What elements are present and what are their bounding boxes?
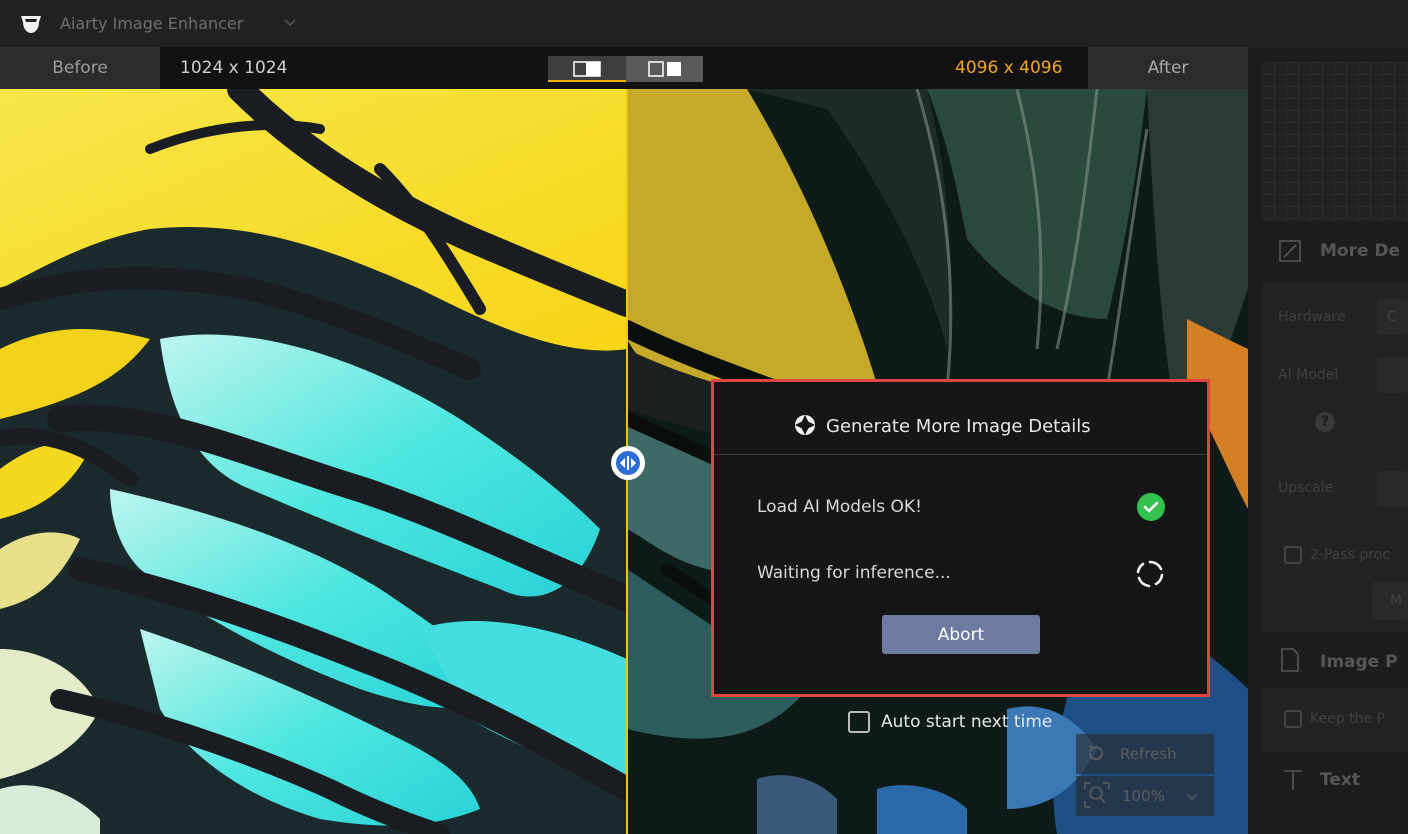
split-view-icon [648, 61, 681, 77]
two-pass-mode-button[interactable]: M [1372, 582, 1408, 620]
hardware-select[interactable]: C [1377, 299, 1408, 335]
before-image [0, 89, 627, 834]
after-label: After [1088, 47, 1248, 89]
two-pass-label: 2-Pass proc [1310, 547, 1390, 563]
keep-checkbox[interactable] [1284, 710, 1302, 728]
upscale-select[interactable] [1377, 471, 1408, 507]
help-icon[interactable]: ? [1315, 412, 1335, 432]
before-label: Before [0, 47, 160, 89]
step-inference-label: Waiting for inference... [757, 563, 951, 583]
upscale-label: Upscale [1278, 480, 1334, 496]
ai-model-select[interactable] [1377, 357, 1408, 393]
butterfly-wing-before-image [0, 89, 627, 834]
loading-spinner-icon [1136, 560, 1164, 588]
navigator-thumbnail[interactable] [1262, 62, 1408, 222]
image-process-heading: Image P [1320, 652, 1398, 672]
single-view-button[interactable] [548, 56, 626, 82]
abort-button[interactable]: Abort [882, 615, 1040, 654]
split-view-button[interactable] [626, 56, 703, 82]
single-view-icon [573, 61, 601, 77]
drag-arrows-icon [616, 451, 640, 475]
two-pass-checkbox[interactable] [1284, 546, 1302, 564]
app-logo-icon [21, 16, 41, 33]
divider-drag-handle[interactable] [611, 446, 645, 480]
app-title[interactable]: Aiarty Image Enhancer [60, 14, 243, 33]
text-heading: Text [1320, 770, 1360, 790]
hardware-label: Hardware [1278, 309, 1346, 325]
check-circle-icon [1137, 493, 1165, 521]
processing-dialog: Generate More Image Details Load AI Mode… [711, 379, 1210, 697]
more-details-heading: More De [1320, 241, 1401, 261]
chevron-down-icon[interactable] [284, 17, 296, 27]
zoom-fit-icon [1084, 782, 1110, 808]
text-tool-icon [1284, 770, 1302, 790]
dialog-title: Generate More Image Details [826, 416, 1091, 437]
enhance-details-icon [1279, 240, 1301, 262]
refresh-icon [1088, 745, 1103, 761]
chevron-down-icon[interactable] [1186, 791, 1198, 801]
auto-start-checkbox[interactable] [848, 711, 870, 733]
step-load-models-label: Load AI Models OK! [757, 497, 922, 517]
after-dimensions: 4096 x 4096 [955, 58, 1063, 78]
auto-start-label[interactable]: Auto start next time [881, 712, 1052, 732]
ai-model-label: AI Model [1278, 367, 1339, 383]
keep-label: Keep the P [1310, 711, 1385, 727]
aperture-icon [795, 415, 815, 435]
before-dimensions: 1024 x 1024 [180, 58, 288, 78]
document-icon [1281, 648, 1299, 672]
